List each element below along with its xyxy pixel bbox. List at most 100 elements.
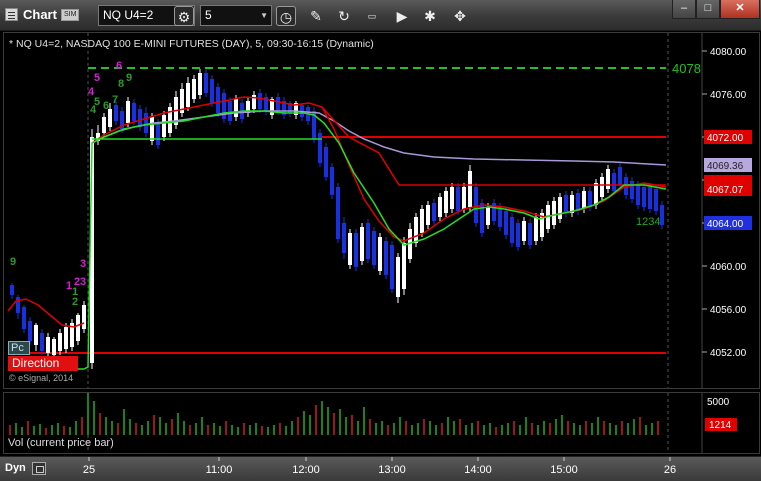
candle-body [354, 233, 358, 267]
candle-body [630, 181, 634, 199]
candle-body [366, 223, 370, 259]
time-tick-label: 15:00 [550, 464, 578, 476]
fast-ma-line [91, 96, 667, 242]
candle-body [438, 197, 442, 217]
candle-body [126, 101, 130, 123]
candle-body [516, 223, 520, 247]
time-tick-label: 11:00 [206, 464, 233, 476]
price-chart-pane[interactable]: 5645896749312321 4080.004076.004072.0040… [3, 32, 760, 389]
candle-body [342, 223, 346, 253]
candle-body [276, 97, 280, 111]
pencil-icon[interactable]: ✎ [306, 6, 326, 26]
symbol-value: NQ U4=2 [103, 8, 154, 22]
candle-body [76, 315, 80, 341]
candle-body [132, 103, 136, 121]
time-tick-label: 26 [664, 464, 676, 476]
close-button[interactable]: ✕ [720, 0, 760, 19]
candle-body [636, 185, 640, 205]
direction-badge[interactable]: Direction [8, 356, 78, 371]
volume-pane[interactable]: 5000 1214 [3, 385, 760, 454]
price-tick-label: 4056.00 [710, 305, 747, 316]
move-tool-icon[interactable]: ✥ [450, 6, 470, 26]
slow-ma-line [8, 110, 667, 370]
time-tick-label: 25 [83, 464, 95, 476]
candle-body [414, 217, 418, 243]
candle-body [474, 187, 478, 223]
candle-body [138, 109, 142, 127]
candle-body [324, 147, 328, 177]
count-label: 1234 [636, 216, 660, 228]
candle-body [204, 73, 208, 93]
copyright: © eSignal, 2014 [9, 373, 73, 383]
play-icon[interactable]: ▶ [392, 6, 412, 26]
candle-body [16, 297, 20, 313]
count-marker: 5 [94, 72, 100, 84]
candle-body [396, 257, 400, 297]
time-tick-label: 13:00 [378, 464, 406, 476]
level-badge-label: 4069.36 [707, 161, 744, 172]
candle-body [360, 227, 364, 261]
pc-badge[interactable]: Pc [8, 341, 30, 355]
star-icon[interactable]: ✱ [420, 6, 440, 26]
level-badge-label: 4072.00 [707, 133, 744, 144]
title-bar: Chart SIM NQ U4=2 ▼ ⚙ 5 ▼ ◷ ✎ ↻ ▭ ▶ ✱ ✥ … [0, 0, 761, 31]
candle-body [528, 223, 532, 245]
candle-body [600, 177, 604, 197]
candle-body [228, 101, 232, 121]
interval-value: 5 [205, 8, 212, 22]
time-tick-label: 12:00 [292, 464, 320, 476]
candle-body [660, 205, 664, 225]
price-tick-label: 4080.00 [710, 47, 747, 58]
candle-body [522, 221, 526, 241]
candle-body [498, 207, 502, 227]
candle-body [594, 183, 598, 205]
volume-bars [9, 385, 659, 435]
candle-body [468, 171, 472, 207]
count-marker: 4 [90, 104, 97, 116]
count-marker: 6 [116, 60, 122, 72]
candle-body [258, 93, 262, 109]
candle-body [558, 197, 562, 219]
candle-body [162, 115, 166, 137]
time-tick-label: 14:00 [464, 464, 492, 476]
candle-body [444, 191, 448, 213]
minimize-button[interactable]: – [672, 0, 696, 19]
count-marker: 6 [103, 100, 109, 112]
level-badges: 4078 4072.00 4069.36 4067.07 4064.00 [672, 61, 752, 230]
candle-body [504, 211, 508, 235]
candle-body [510, 217, 514, 243]
candle-body [564, 195, 568, 213]
candle-body [432, 203, 436, 221]
time-axis-bar: Dyn 25 11:00 12:00 13:00 14:00 15:00 26 [0, 456, 761, 481]
candlesticks [10, 69, 664, 369]
candle-body [210, 79, 214, 103]
settings-gear-icon[interactable]: ⚙ [174, 6, 194, 26]
candle-body [114, 105, 118, 121]
candle-body [28, 321, 32, 341]
clock-icon[interactable]: ◷ [276, 6, 296, 26]
candle-body [348, 233, 352, 265]
candle-body [234, 99, 238, 117]
maximize-button[interactable]: □ [696, 0, 720, 19]
count-marker: 3 [80, 276, 86, 288]
candle-body [456, 187, 460, 211]
refresh-icon[interactable]: ↻ [334, 6, 354, 26]
candle-body [144, 113, 148, 133]
interval-combo[interactable]: 5 ▼ [200, 5, 272, 26]
candle-body [330, 167, 334, 195]
candle-body [198, 73, 202, 95]
candle-body [606, 169, 610, 189]
candle-body [10, 285, 14, 295]
candle-body [576, 193, 580, 211]
candle-body [462, 187, 466, 209]
count-marker: 9 [126, 72, 132, 84]
candle-body [156, 123, 160, 145]
candle-body [82, 305, 86, 329]
candle-body [618, 167, 622, 185]
data-feed-icon[interactable]: ▭ [362, 6, 382, 26]
count-marker: 3 [80, 258, 86, 270]
chart-header: * NQ U4=2, NASDAQ 100 E-MINI FUTURES (DA… [9, 38, 374, 50]
price-tick-label: 4060.00 [710, 262, 747, 273]
count-marker: 9 [10, 256, 16, 268]
volume-scale-label: 5000 [707, 397, 730, 408]
